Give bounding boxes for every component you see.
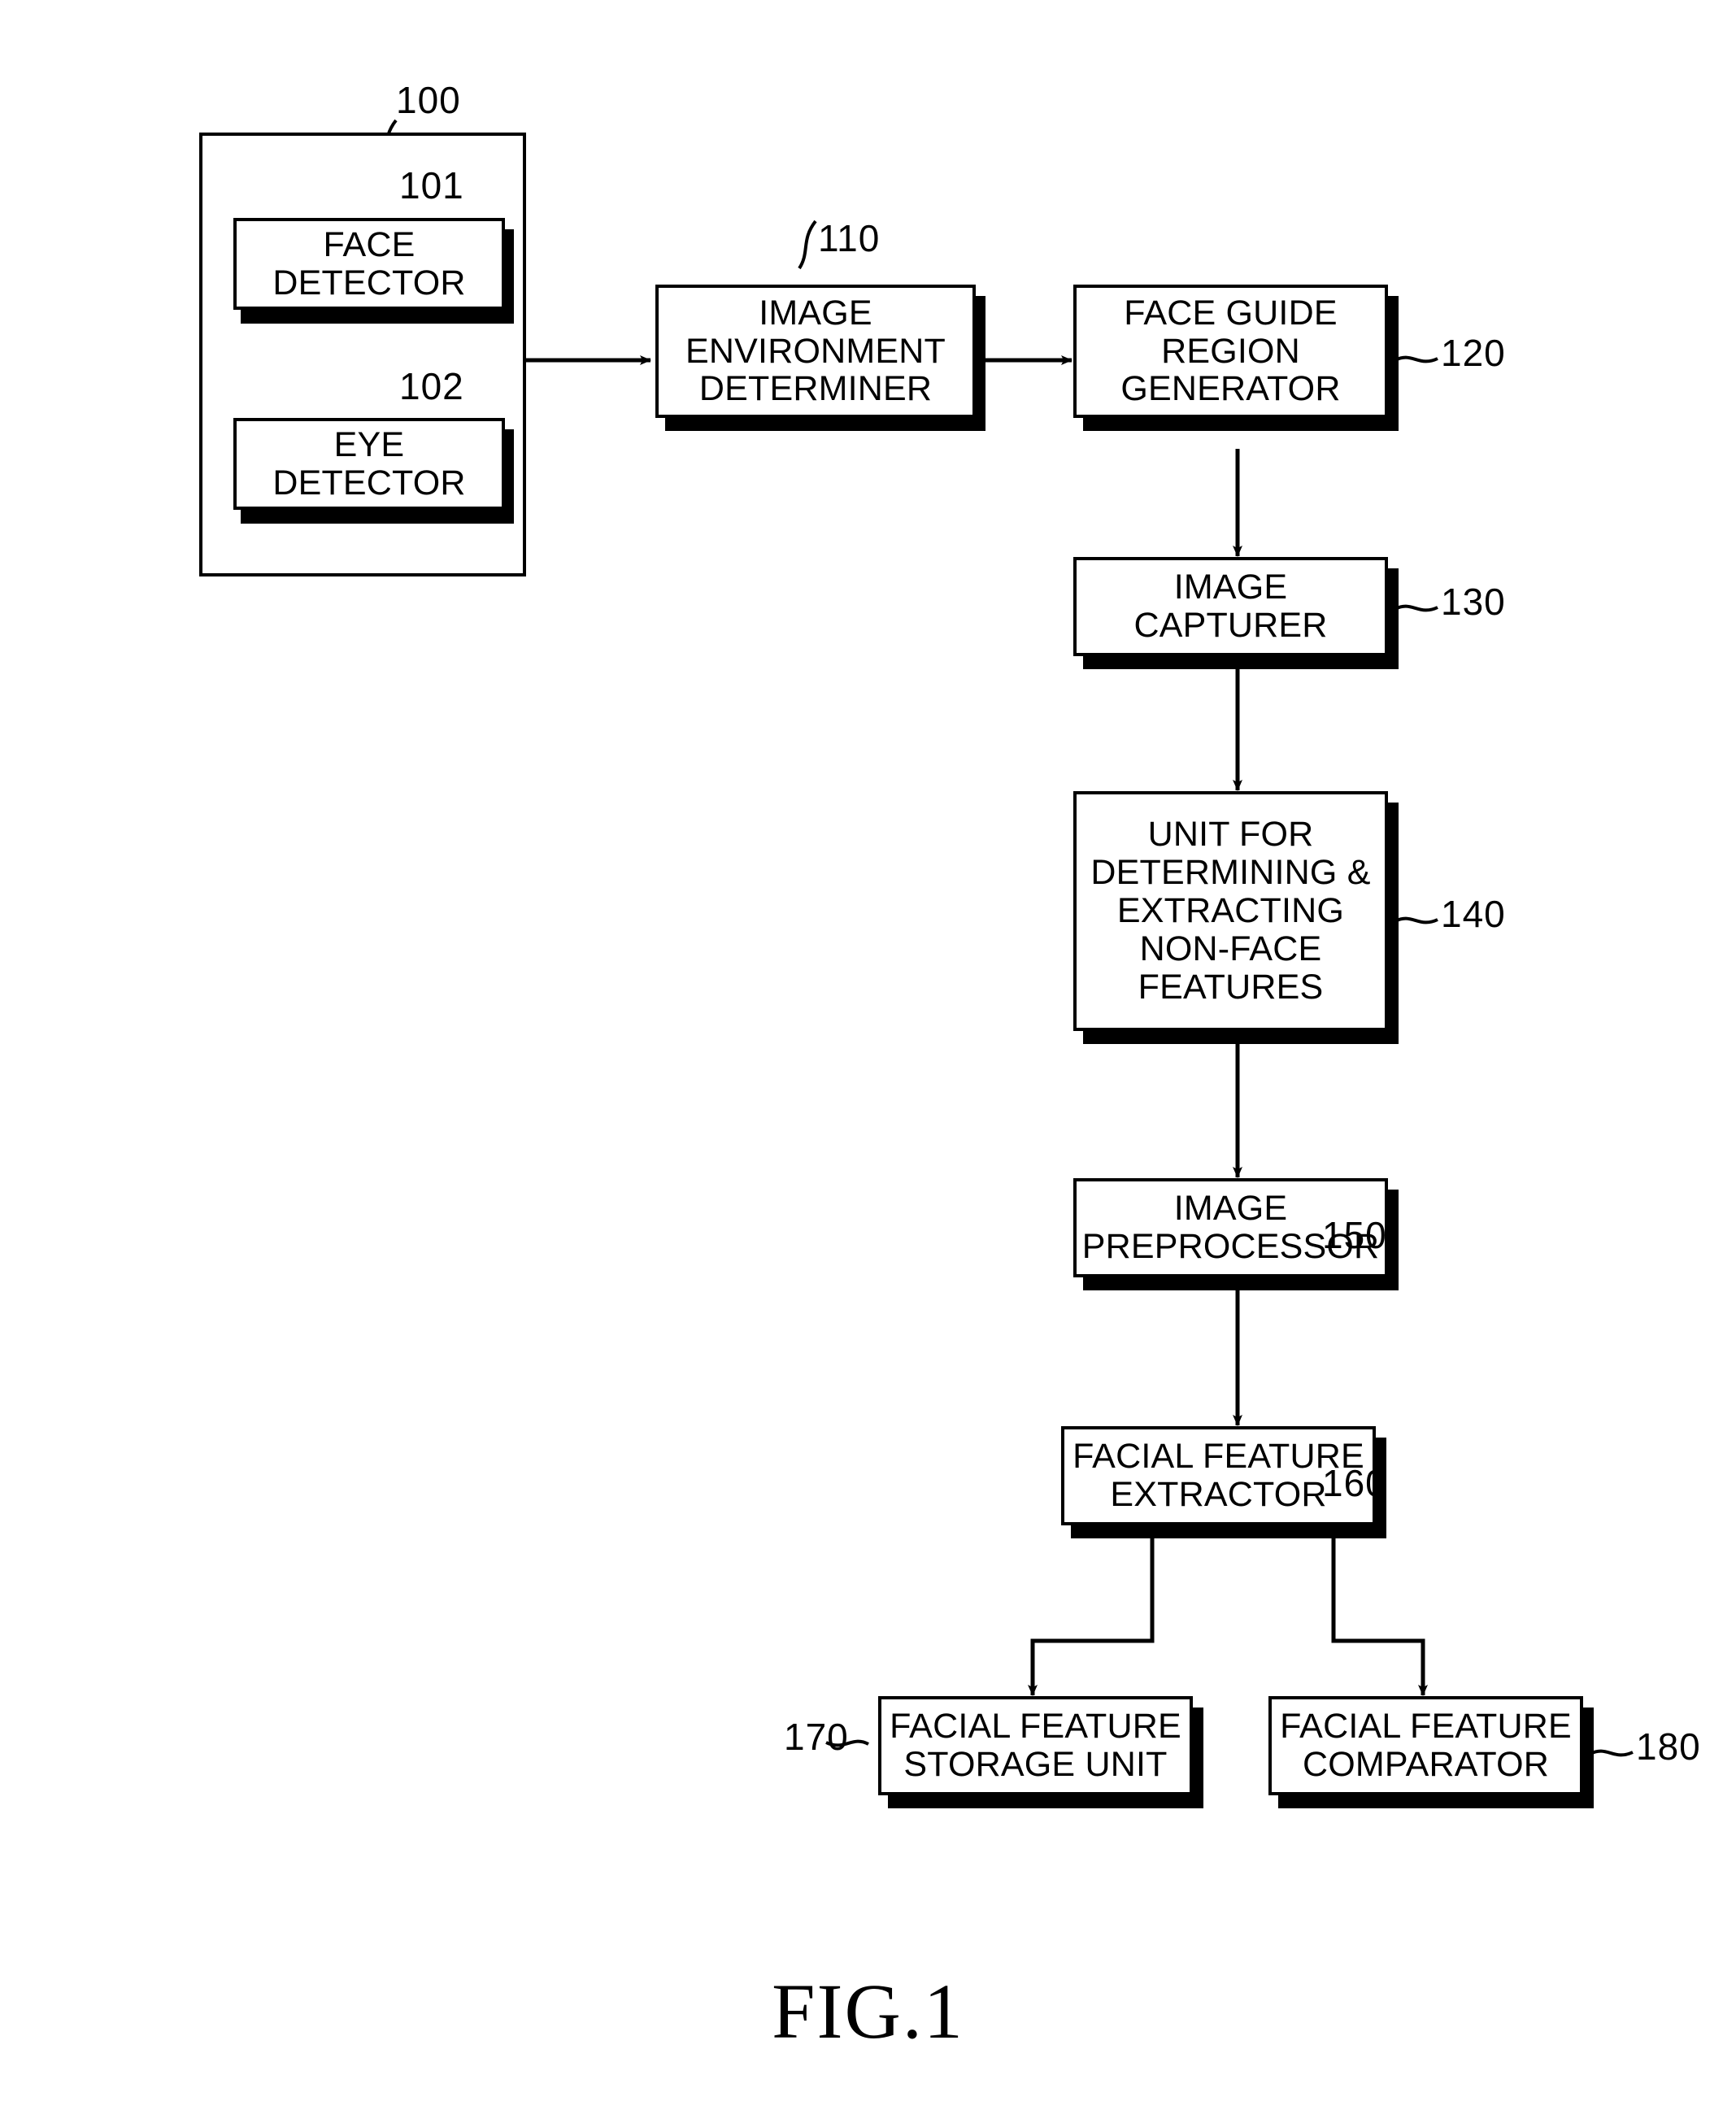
ref-numeral-180: 180 [1636,1725,1701,1768]
node-image-capturer[interactable]: IMAGE CAPTURER [1073,557,1388,656]
ref-numeral-100: 100 [396,79,461,121]
ref-numeral-160: 160 [1322,1462,1387,1504]
node-face-detector[interactable]: FACE DETECTOR [233,218,505,310]
node-nonface-feature-unit-label: UNIT FOR DETERMINING & EXTRACTING NON-FA… [1090,815,1371,1007]
node-facial-feature-storage-unit[interactable]: FACIAL FEATURE STORAGE UNIT [878,1696,1193,1795]
node-face-guide-region-generator[interactable]: FACE GUIDE REGION GENERATOR [1073,285,1388,418]
node-eye-detector-label: EYE DETECTOR [272,424,466,502]
figure-caption: FIG.1 [772,1968,964,2055]
node-eye-detector[interactable]: EYE DETECTOR [233,418,505,510]
ref-numeral-150: 150 [1322,1214,1387,1256]
ref-numeral-130: 130 [1441,581,1506,623]
ref-numeral-120: 120 [1441,332,1506,374]
node-facial-feature-comparator-label: FACIAL FEATURE COMPARATOR [1280,1707,1572,1784]
node-facial-feature-storage-unit-label: FACIAL FEATURE STORAGE UNIT [890,1707,1181,1784]
node-image-environment-determiner[interactable]: IMAGE ENVIRONMENT DETERMINER [655,285,976,418]
ref-numeral-140: 140 [1441,893,1506,935]
node-image-capturer-label: IMAGE CAPTURER [1133,568,1328,645]
ref-numeral-170: 170 [784,1716,849,1758]
node-face-guide-region-generator-label: FACE GUIDE REGION GENERATOR [1120,293,1341,409]
node-facial-feature-comparator[interactable]: FACIAL FEATURE COMPARATOR [1268,1696,1583,1795]
patent-figure: FACE DETECTOR EYE DETECTOR IMAGE ENVIRON… [0,0,1736,2123]
ref-numeral-110: 110 [818,217,881,259]
ref-numeral-102: 102 [399,365,464,407]
connector-160-to-170 [1028,1538,1155,1696]
node-face-detector-label: FACE DETECTOR [272,224,466,302]
ref-numeral-101: 101 [399,164,464,207]
node-image-environment-determiner-label: IMAGE ENVIRONMENT DETERMINER [685,293,946,409]
connector-160-to-180 [1331,1538,1428,1696]
node-nonface-feature-unit[interactable]: UNIT FOR DETERMINING & EXTRACTING NON-FA… [1073,791,1388,1031]
